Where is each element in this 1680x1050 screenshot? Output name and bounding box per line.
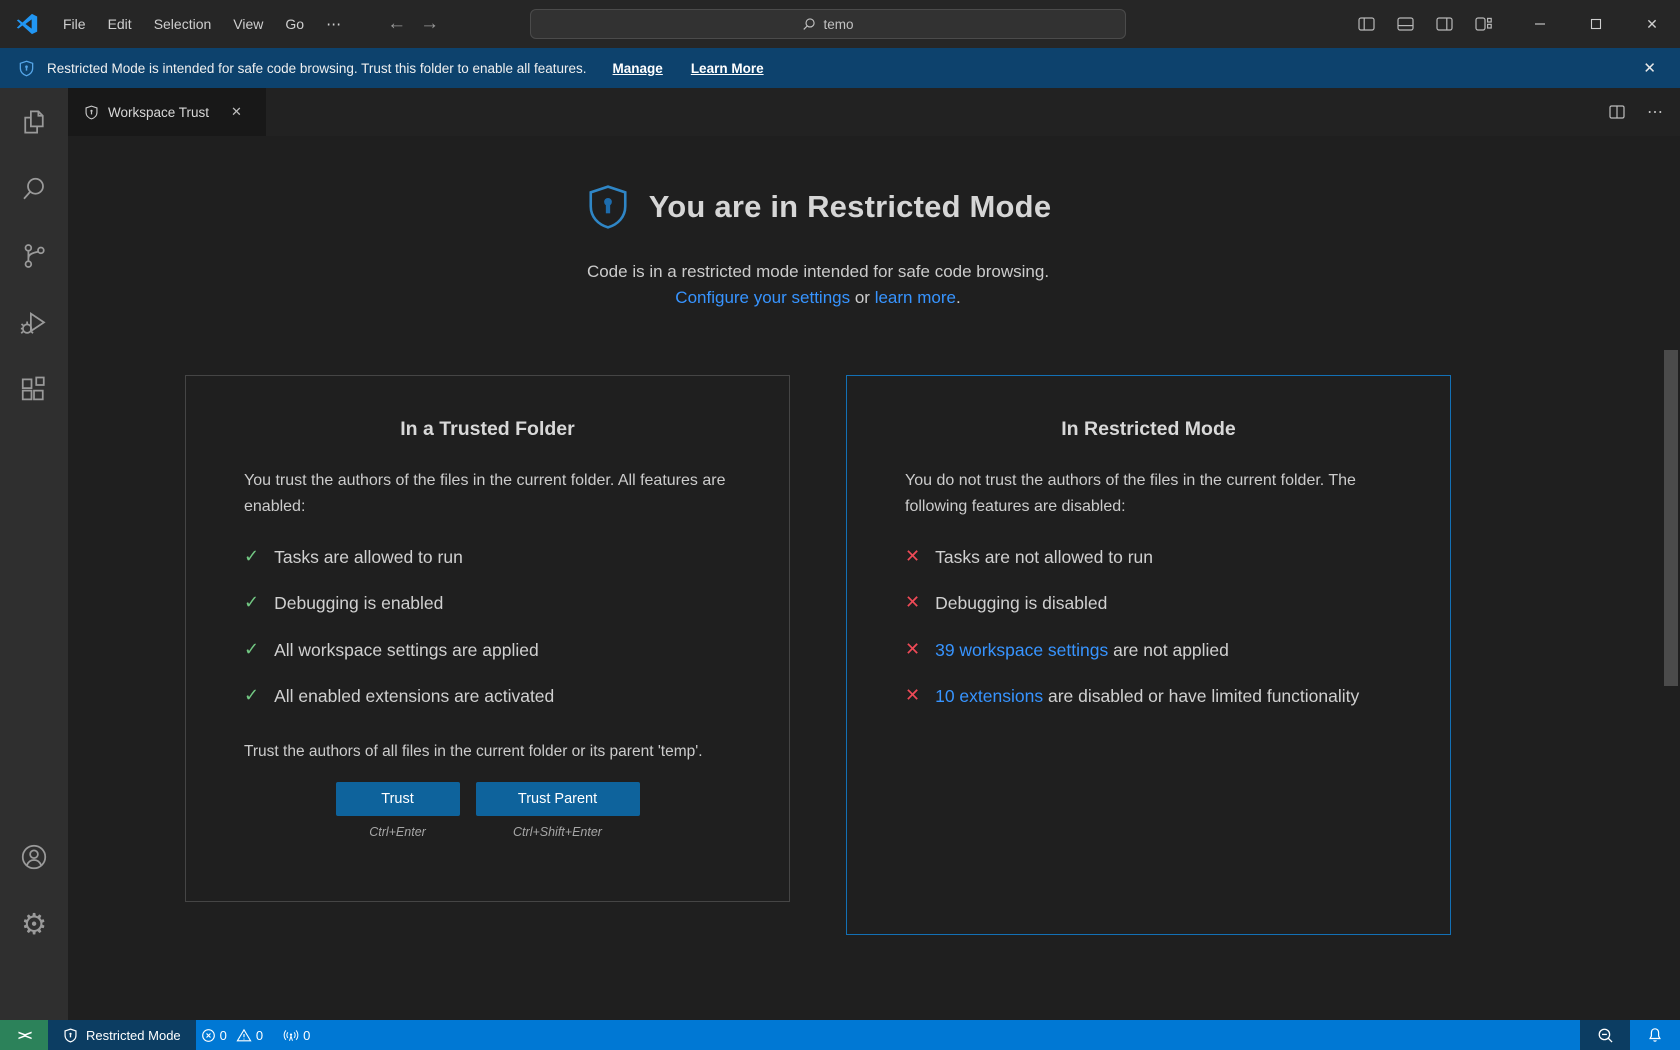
- tab-close-icon[interactable]: ✕: [226, 101, 247, 123]
- check-icon: ✓: [244, 639, 259, 662]
- banner-message: Restricted Mode is intended for safe cod…: [47, 61, 587, 76]
- banner-close-icon[interactable]: ✕: [1637, 55, 1662, 81]
- error-count: 0: [220, 1028, 227, 1043]
- restricted-mode-card: In Restricted Mode You do not trust the …: [846, 375, 1451, 935]
- trust-shortcut: Ctrl+Enter: [369, 825, 426, 839]
- workspace-settings-link[interactable]: 39 workspace settings: [935, 640, 1108, 660]
- maximize-button[interactable]: [1568, 0, 1624, 48]
- menu-edit[interactable]: Edit: [97, 11, 143, 37]
- warning-icon: [236, 1028, 252, 1043]
- list-item: ✕ 39 workspace settings are not applied: [905, 639, 1392, 663]
- learn-more-link[interactable]: Learn More: [691, 61, 764, 76]
- zoom-out-status[interactable]: [1580, 1020, 1630, 1050]
- restricted-mode-banner: Restricted Mode is intended for safe cod…: [0, 48, 1680, 88]
- error-icon: [201, 1028, 216, 1043]
- window-controls: ✕: [1512, 0, 1680, 48]
- check-icon: ✓: [244, 685, 259, 708]
- page-title: You are in Restricted Mode: [649, 189, 1052, 225]
- check-icon: ✓: [244, 546, 259, 569]
- shield-icon: [18, 60, 35, 77]
- trusted-card-description: You trust the authors of the files in th…: [244, 468, 731, 520]
- restricted-card-title: In Restricted Mode: [905, 418, 1392, 441]
- restricted-card-description: You do not trust the authors of the file…: [905, 468, 1392, 520]
- ports-count: 0: [303, 1028, 310, 1043]
- shield-icon: [63, 1028, 78, 1043]
- shield-icon: [84, 105, 99, 120]
- menu-view[interactable]: View: [222, 11, 274, 37]
- tab-bar: Workspace Trust ✕ ⋯: [68, 88, 1680, 136]
- extensions-icon[interactable]: [10, 366, 58, 414]
- list-item: ✓ All workspace settings are applied: [244, 639, 731, 663]
- list-item: ✓ All enabled extensions are activated: [244, 685, 731, 709]
- restricted-mode-label: Restricted Mode: [86, 1028, 181, 1043]
- menu-selection[interactable]: Selection: [143, 11, 223, 37]
- restricted-shield-icon: [585, 184, 631, 230]
- close-window-button[interactable]: ✕: [1624, 0, 1680, 48]
- trusted-card-title: In a Trusted Folder: [244, 418, 731, 441]
- minimize-button[interactable]: [1512, 0, 1568, 48]
- command-center-search[interactable]: temo: [530, 9, 1126, 39]
- explorer-icon[interactable]: [10, 98, 58, 146]
- layout-controls: [1352, 12, 1498, 36]
- tab-workspace-trust[interactable]: Workspace Trust ✕: [68, 88, 266, 136]
- trusted-folder-card: In a Trusted Folder You trust the author…: [185, 375, 790, 902]
- back-icon[interactable]: ←: [387, 13, 406, 35]
- status-bar: >< Restricted Mode 0: [0, 1020, 1680, 1050]
- toggle-panel-icon[interactable]: [1391, 12, 1420, 36]
- split-editor-icon[interactable]: [1605, 101, 1629, 123]
- source-control-icon[interactable]: [10, 232, 58, 280]
- list-item: ✓ Debugging is enabled: [244, 592, 731, 616]
- menu-file[interactable]: File: [52, 11, 97, 37]
- menu-bar: File Edit Selection View Go ⋯: [52, 10, 353, 38]
- trust-parent-button[interactable]: Trust Parent: [476, 782, 640, 816]
- editor-scrollbar[interactable]: [1664, 350, 1678, 686]
- workspace-trust-editor: You are in Restricted Mode Code is in a …: [68, 136, 1680, 1020]
- vscode-window: File Edit Selection View Go ⋯ ← → temo: [0, 0, 1680, 1050]
- search-icon: [802, 17, 816, 31]
- list-item: ✕ Tasks are not allowed to run: [905, 546, 1392, 570]
- check-icon: ✓: [244, 592, 259, 615]
- customize-layout-icon[interactable]: [1469, 12, 1498, 36]
- toggle-primary-sidebar-icon[interactable]: [1352, 12, 1381, 36]
- radio-tower-icon: [283, 1028, 299, 1043]
- trust-parent-shortcut: Ctrl+Shift+Enter: [513, 825, 602, 839]
- trust-footer-text: Trust the authors of all files in the cu…: [244, 740, 731, 765]
- warning-count: 0: [256, 1028, 263, 1043]
- history-navigation: ← →: [387, 13, 439, 35]
- vscode-logo-icon: [16, 13, 38, 35]
- accounts-icon[interactable]: [10, 833, 58, 881]
- notifications-bell-icon[interactable]: [1630, 1020, 1680, 1050]
- forward-icon[interactable]: →: [420, 13, 439, 35]
- cross-icon: ✕: [905, 639, 920, 662]
- editor-more-actions-icon[interactable]: ⋯: [1643, 98, 1668, 126]
- menu-more-icon[interactable]: ⋯: [315, 10, 353, 38]
- learn-more-link[interactable]: learn more: [875, 288, 956, 307]
- manage-link[interactable]: Manage: [613, 61, 663, 76]
- tab-label: Workspace Trust: [108, 105, 209, 120]
- search-text: temo: [823, 17, 853, 32]
- search-sidebar-icon[interactable]: [10, 165, 58, 213]
- toggle-secondary-sidebar-icon[interactable]: [1430, 12, 1459, 36]
- restricted-mode-status[interactable]: Restricted Mode: [48, 1020, 196, 1050]
- trust-button[interactable]: Trust: [336, 782, 460, 816]
- list-item: ✕ Debugging is disabled: [905, 592, 1392, 616]
- extensions-link[interactable]: 10 extensions: [935, 686, 1043, 706]
- page-subtitle: Code is in a restricted mode intended fo…: [185, 259, 1451, 312]
- run-debug-icon[interactable]: [10, 299, 58, 347]
- problems-status[interactable]: 0 0: [196, 1020, 268, 1050]
- list-item: ✕ 10 extensions are disabled or have lim…: [905, 685, 1392, 709]
- cross-icon: ✕: [905, 546, 920, 569]
- activity-bar: ⚙: [0, 88, 68, 1020]
- list-item: ✓ Tasks are allowed to run: [244, 546, 731, 570]
- ports-status[interactable]: 0: [278, 1020, 315, 1050]
- title-bar: File Edit Selection View Go ⋯ ← → temo: [0, 0, 1680, 48]
- configure-settings-link[interactable]: Configure your settings: [675, 288, 850, 307]
- settings-gear-icon[interactable]: ⚙: [10, 900, 58, 948]
- menu-go[interactable]: Go: [274, 11, 315, 37]
- remote-indicator[interactable]: ><: [0, 1020, 48, 1050]
- cross-icon: ✕: [905, 592, 920, 615]
- cross-icon: ✕: [905, 685, 920, 708]
